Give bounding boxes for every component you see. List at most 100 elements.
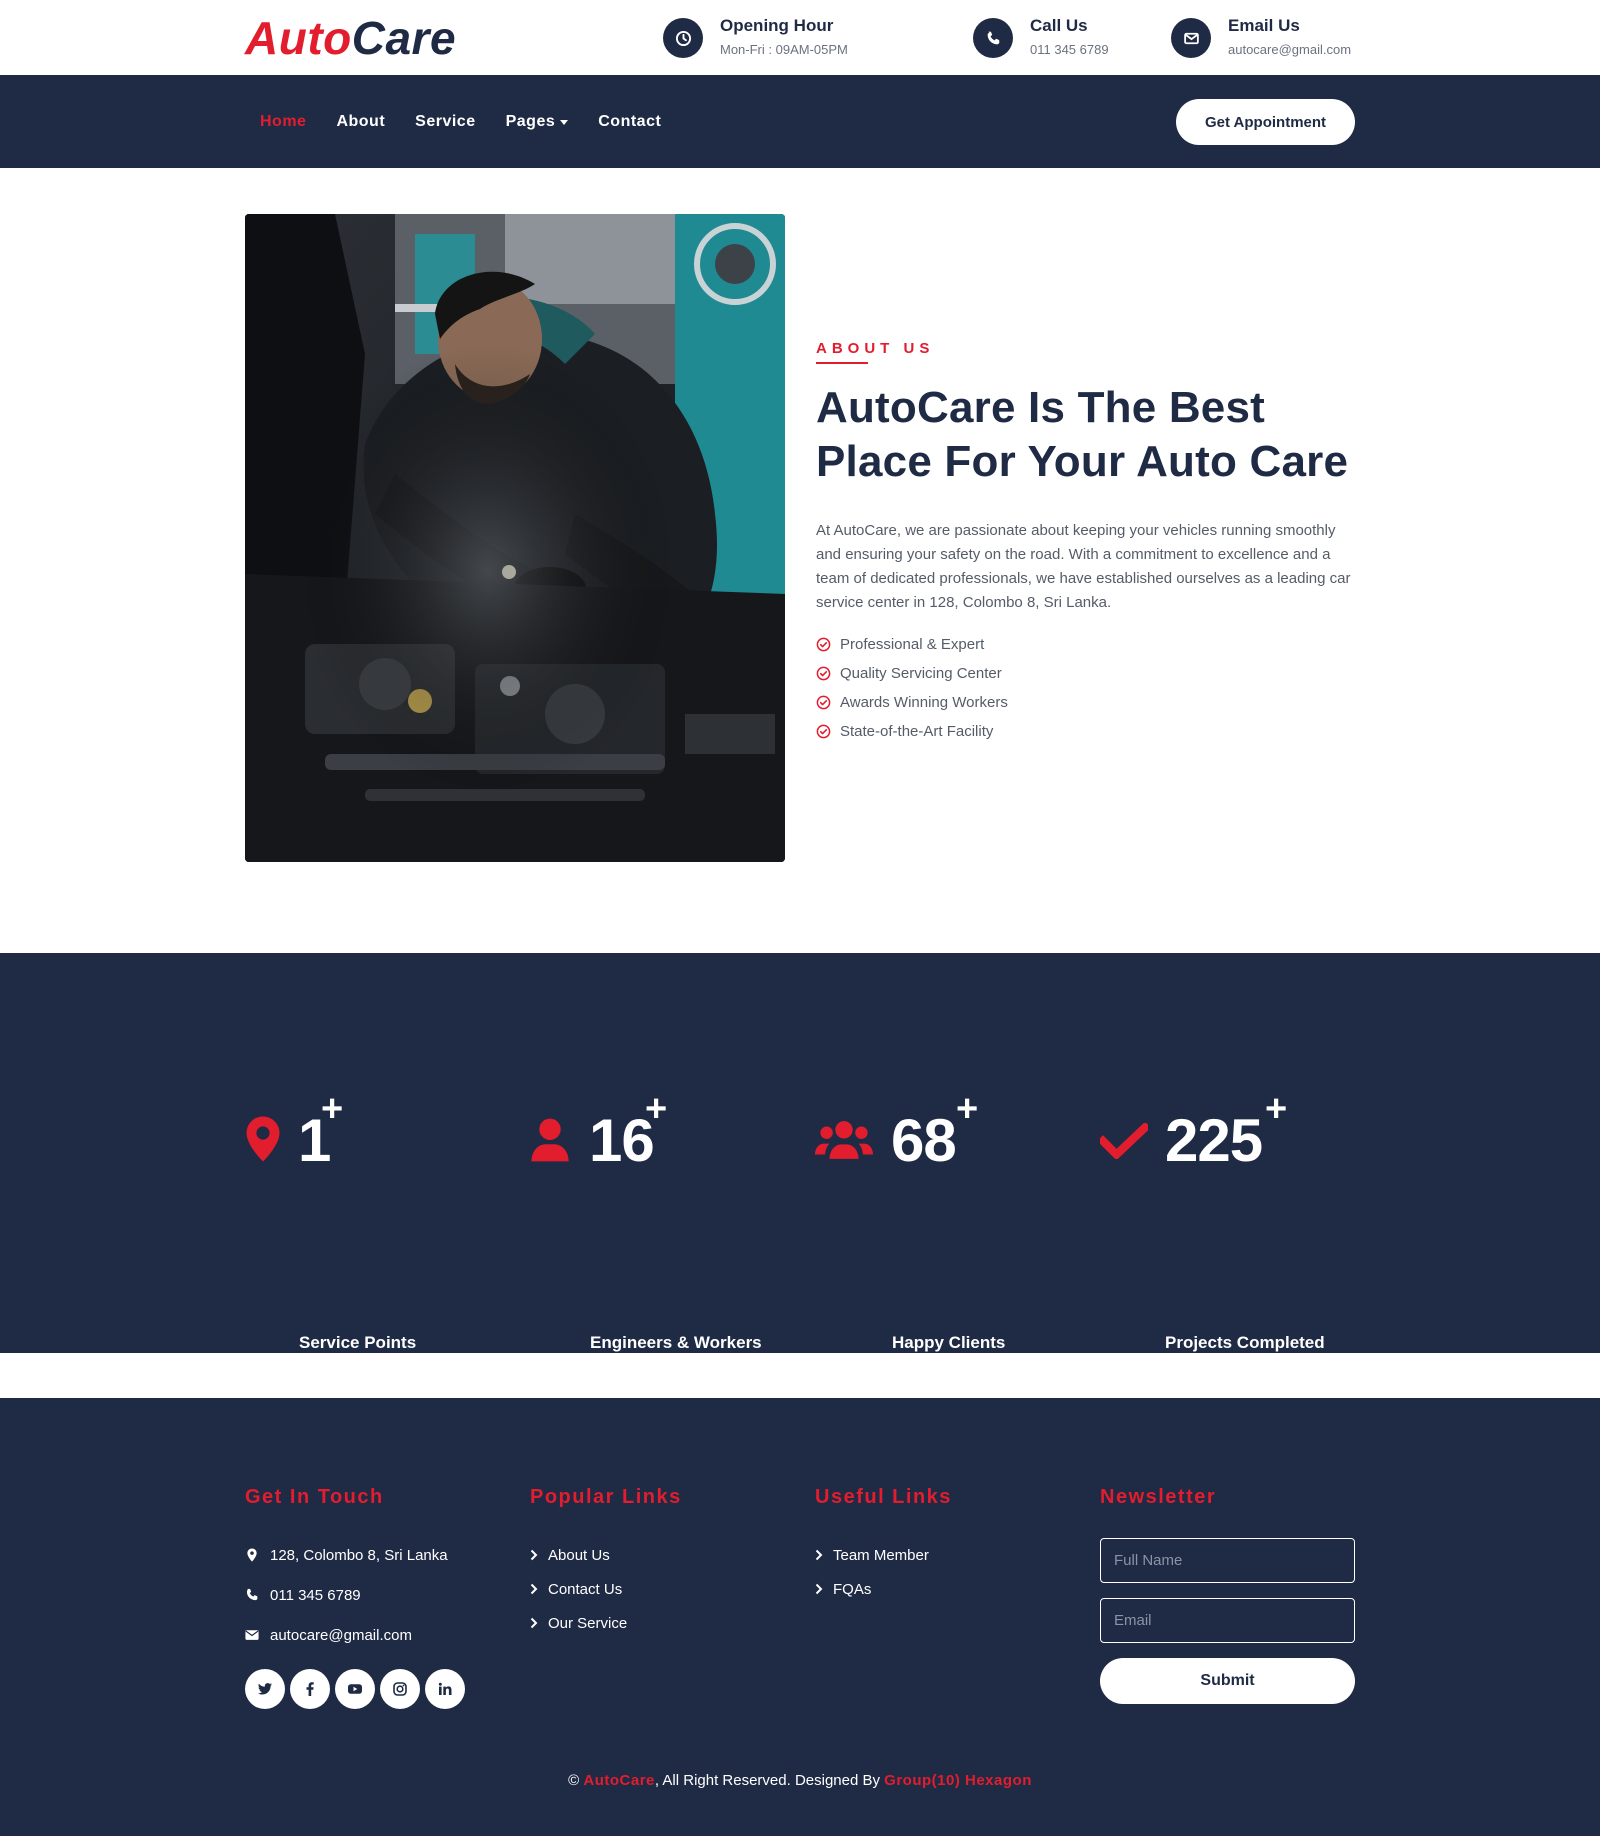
- footer-link-team-member[interactable]: Team Member: [815, 1538, 1075, 1572]
- stat-value: 225: [1165, 1107, 1263, 1174]
- stat-label: Service Points: [299, 1333, 417, 1352]
- checklist-label: State-of-the-Art Facility: [840, 723, 994, 740]
- footer-newsletter: Newsletter Submit: [1100, 1486, 1355, 1704]
- footer-link-label: Our Service: [548, 1614, 628, 1632]
- check-circle-icon: [816, 724, 831, 739]
- get-appointment-button[interactable]: Get Appointment: [1176, 99, 1355, 145]
- stat-label: Happy Clients: [892, 1333, 1006, 1352]
- copyright-line: © AutoCare, All Right Reserved. Designed…: [0, 1772, 1600, 1789]
- nav-item-pages-label: Pages: [505, 112, 556, 130]
- nav-item-home[interactable]: Home: [245, 113, 321, 131]
- chevron-right-icon: [815, 1549, 823, 1561]
- checklist-item: Awards Winning Workers: [816, 688, 1356, 717]
- copyright-brand-link[interactable]: AutoCare: [583, 1772, 655, 1789]
- copyright-text: , All Right Reserved. Designed By: [654, 1772, 885, 1789]
- linkedin-icon[interactable]: [425, 1669, 465, 1709]
- user-icon: [531, 1118, 569, 1162]
- chevron-right-icon: [530, 1583, 538, 1595]
- site-footer: Get In Touch 128, Colombo 8, Sri Lanka 0…: [0, 1398, 1600, 1836]
- footer-heading-newsletter: Newsletter: [1100, 1486, 1217, 1508]
- footer-email[interactable]: autocare@gmail.com: [245, 1615, 505, 1655]
- check-circle-icon: [816, 695, 831, 710]
- newsletter-email-input[interactable]: [1100, 1598, 1355, 1643]
- email-us-value[interactable]: autocare@gmail.com: [1228, 42, 1351, 58]
- checklist-item: State-of-the-Art Facility: [816, 717, 1356, 746]
- youtube-icon[interactable]: [335, 1669, 375, 1709]
- footer-link-label: Team Member: [833, 1546, 929, 1564]
- twitter-icon[interactable]: [245, 1669, 285, 1709]
- instagram-icon[interactable]: [380, 1669, 420, 1709]
- stats-section: 1 + Service Points 16 + Engineers & Work…: [0, 953, 1600, 1353]
- footer-link-about-us[interactable]: About Us: [530, 1538, 790, 1572]
- footer-link-fqas[interactable]: FQAs: [815, 1572, 1075, 1606]
- chevron-right-icon: [530, 1549, 538, 1561]
- opening-hour-info: Opening Hour Mon-Fri : 09AM-05PM: [663, 16, 848, 60]
- stat-label: Projects Completed: [1165, 1333, 1325, 1352]
- eyebrow-underline: [816, 362, 868, 364]
- top-header: AutoCare Opening Hour Mon-Fri : 09AM-05P…: [0, 0, 1600, 75]
- copyright-designer-link[interactable]: Group(10) Hexagon: [884, 1772, 1032, 1789]
- nav-item-service[interactable]: Service: [400, 113, 490, 131]
- checklist-label: Quality Servicing Center: [840, 665, 1002, 682]
- social-links: [245, 1669, 505, 1709]
- footer-link-label: FQAs: [833, 1580, 872, 1598]
- check-circle-icon: [816, 666, 831, 681]
- checklist-item: Professional & Expert: [816, 630, 1356, 659]
- logo-part-care: Care: [351, 12, 457, 64]
- footer-heading-useful: Useful Links: [815, 1486, 952, 1508]
- phone-icon: [973, 18, 1013, 58]
- footer-get-in-touch: Get In Touch 128, Colombo 8, Sri Lanka 0…: [245, 1486, 505, 1709]
- stat-label: Engineers & Workers: [590, 1333, 762, 1352]
- call-us-title: Call Us: [1030, 16, 1088, 35]
- footer-link-label: About Us: [548, 1546, 610, 1564]
- stat-plus: +: [1265, 1088, 1288, 1130]
- chevron-right-icon: [530, 1617, 538, 1629]
- users-icon: [815, 1121, 873, 1159]
- nav-item-contact[interactable]: Contact: [583, 113, 676, 131]
- about-description: At AutoCare, we are passionate about kee…: [816, 522, 1351, 611]
- check-circle-icon: [816, 637, 831, 652]
- about-eyebrow-label: ABOUT US: [816, 340, 935, 357]
- mechanic-photo: [245, 214, 785, 862]
- footer-address: 128, Colombo 8, Sri Lanka: [245, 1535, 505, 1575]
- stat-plus: +: [645, 1088, 668, 1130]
- call-us-info: Call Us 011 345 6789: [973, 16, 1109, 60]
- envelope-icon: [1171, 18, 1211, 58]
- envelope-icon: [245, 1630, 259, 1640]
- facebook-icon[interactable]: [290, 1669, 330, 1709]
- footer-link-contact-us[interactable]: Contact Us: [530, 1572, 790, 1606]
- about-title: AutoCare Is The Best Place For Your Auto…: [816, 383, 1349, 486]
- main-navbar: Home About Service Pages Contact Get App…: [0, 75, 1600, 168]
- nav-menu: Home About Service Pages Contact: [245, 75, 676, 168]
- newsletter-submit-button[interactable]: Submit: [1100, 1658, 1355, 1704]
- map-marker-icon: [246, 1116, 280, 1162]
- call-us-value[interactable]: 011 345 6789: [1030, 42, 1109, 58]
- stat-value: 68: [891, 1107, 957, 1174]
- about-section: ABOUT US AutoCare Is The Best Place For …: [816, 340, 1356, 746]
- check-icon: [1100, 1123, 1148, 1159]
- opening-hour-title: Opening Hour: [720, 16, 834, 35]
- chevron-right-icon: [815, 1583, 823, 1595]
- caret-down-icon: [560, 120, 569, 125]
- footer-phone-text: 011 345 6789: [270, 1586, 361, 1604]
- footer-phone[interactable]: 011 345 6789: [245, 1575, 505, 1615]
- map-marker-icon: [247, 1548, 257, 1562]
- about-eyebrow: ABOUT US: [816, 340, 934, 364]
- footer-link-our-service[interactable]: Our Service: [530, 1606, 790, 1640]
- footer-email-text: autocare@gmail.com: [270, 1626, 412, 1644]
- nav-item-pages[interactable]: Pages: [491, 113, 584, 131]
- footer-heading-touch: Get In Touch: [245, 1486, 384, 1508]
- nav-item-about[interactable]: About: [321, 113, 400, 131]
- footer-link-label: Contact Us: [548, 1580, 623, 1598]
- checklist-label: Awards Winning Workers: [840, 694, 1008, 711]
- logo-part-auto: Auto: [245, 12, 352, 64]
- newsletter-name-input[interactable]: [1100, 1538, 1355, 1583]
- stat-plus: +: [321, 1088, 344, 1130]
- footer-address-text: 128, Colombo 8, Sri Lanka: [270, 1546, 448, 1564]
- opening-hour-value: Mon-Fri : 09AM-05PM: [720, 42, 848, 57]
- footer-useful-links: Useful Links Team Member FQAs: [815, 1486, 1075, 1606]
- footer-popular-links: Popular Links About Us Contact Us Our Se…: [530, 1486, 790, 1640]
- clock-icon: [663, 18, 703, 58]
- stat-plus: +: [956, 1088, 979, 1130]
- brand-logo[interactable]: AutoCare: [245, 10, 456, 66]
